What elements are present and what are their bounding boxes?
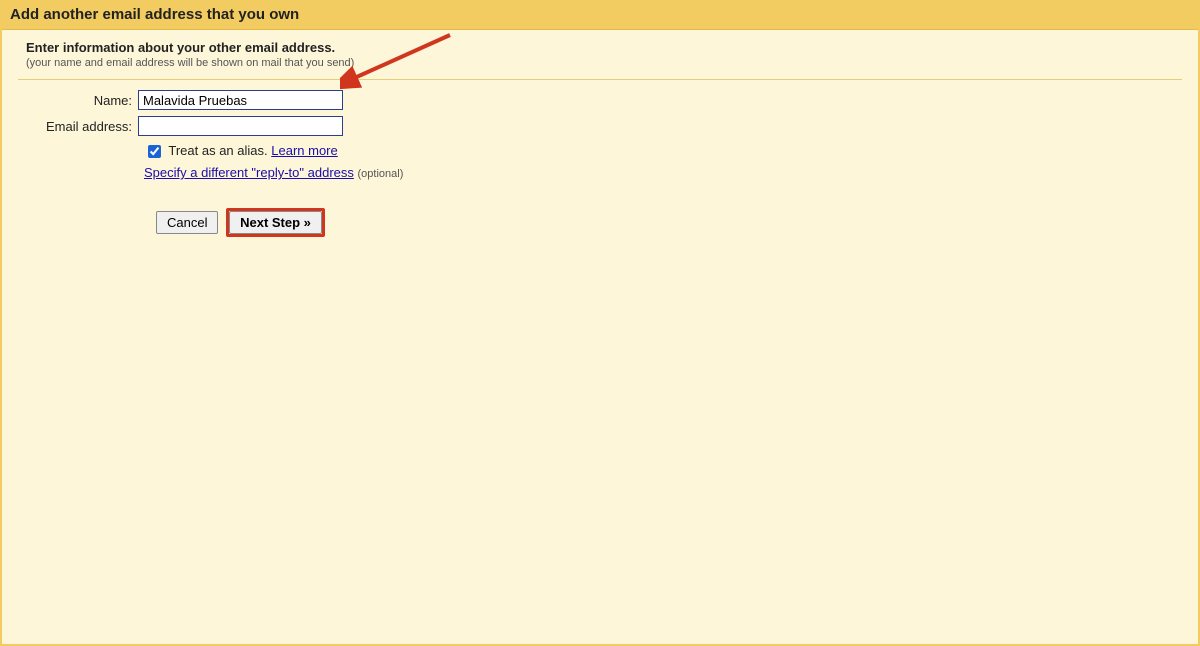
dialog-title: Add another email address that you own xyxy=(10,6,1190,23)
instructions-line1: Enter information about your other email… xyxy=(26,40,1190,55)
email-input[interactable] xyxy=(138,116,343,136)
instructions-block: Enter information about your other email… xyxy=(2,30,1198,73)
replyto-line: Specify a different "reply-to" address (… xyxy=(144,165,1198,180)
email-row: Email address: xyxy=(26,116,1198,136)
next-step-button[interactable]: Next Step » xyxy=(229,211,322,234)
alias-checkbox[interactable] xyxy=(148,145,161,158)
learn-more-link[interactable]: Learn more xyxy=(271,143,337,158)
button-row: Cancel Next Step » xyxy=(156,208,1198,237)
separator xyxy=(18,79,1182,80)
name-input[interactable] xyxy=(138,90,343,110)
name-row: Name: xyxy=(26,90,1198,110)
options-block: Treat as an alias. Learn more Specify a … xyxy=(144,142,1198,180)
name-label: Name: xyxy=(26,93,138,108)
next-highlight: Next Step » xyxy=(226,208,325,237)
form-area: Name: Email address: Treat as an alias. … xyxy=(2,90,1198,237)
alias-line: Treat as an alias. Learn more xyxy=(144,142,1198,161)
cancel-button[interactable]: Cancel xyxy=(156,211,218,234)
email-label: Email address: xyxy=(26,119,138,134)
dialog-titlebar: Add another email address that you own xyxy=(2,2,1198,30)
alias-text: Treat as an alias. xyxy=(168,143,267,158)
optional-label: (optional) xyxy=(358,168,404,180)
instructions-line2: (your name and email address will be sho… xyxy=(26,57,1190,69)
reply-to-link[interactable]: Specify a different "reply-to" address xyxy=(144,165,354,180)
